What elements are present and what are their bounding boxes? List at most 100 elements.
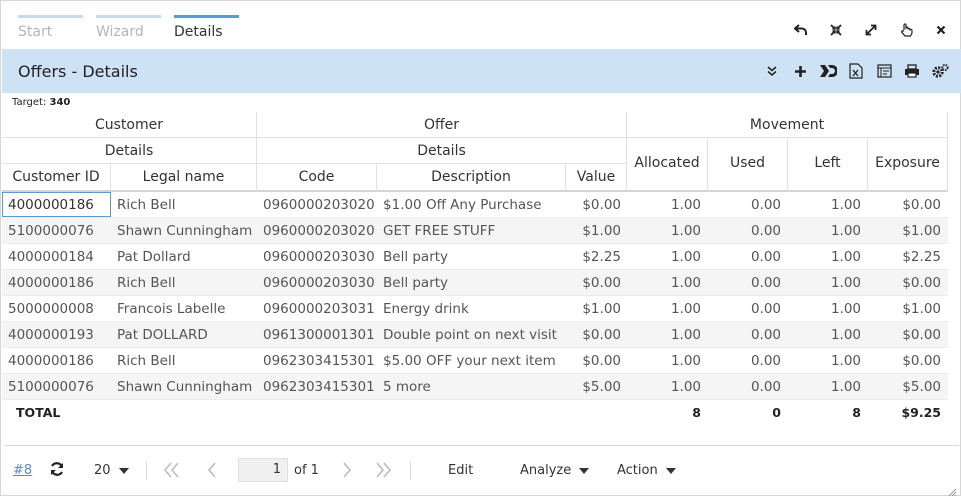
cell-value[interactable]: $0.00 bbox=[566, 192, 627, 217]
cell-exposure[interactable]: $1.00 bbox=[867, 218, 947, 243]
col-allocated[interactable]: Allocated bbox=[627, 138, 708, 192]
page-size-select[interactable]: 20 bbox=[94, 463, 129, 478]
cell-legal-name[interactable]: Pat Dollard bbox=[111, 244, 257, 269]
excel-export-icon[interactable] bbox=[847, 62, 865, 80]
cell-exposure[interactable]: $0.00 bbox=[867, 322, 947, 347]
prev-page-icon[interactable] bbox=[205, 461, 219, 479]
cell-description[interactable]: 5 more bbox=[377, 374, 566, 399]
cell-exposure[interactable]: $1.00 bbox=[867, 296, 947, 321]
cell-code[interactable]: 0961300001301 bbox=[257, 322, 377, 347]
cell-used[interactable]: 0.00 bbox=[707, 374, 787, 399]
first-page-icon[interactable] bbox=[162, 461, 182, 479]
cell-allocated[interactable]: 1.00 bbox=[627, 192, 707, 217]
cell-description[interactable]: Bell party bbox=[377, 244, 566, 269]
cell-description[interactable]: Energy drink bbox=[377, 296, 566, 321]
cell-description[interactable]: $1.00 Off Any Purchase bbox=[377, 192, 566, 217]
add-icon[interactable] bbox=[791, 62, 809, 80]
cell-legal-name[interactable]: Rich Bell bbox=[111, 348, 257, 373]
merge-icon[interactable] bbox=[819, 62, 837, 80]
refresh-icon[interactable] bbox=[49, 461, 65, 477]
cell-left[interactable]: 1.00 bbox=[787, 218, 867, 243]
print-icon[interactable] bbox=[903, 62, 921, 80]
cell-value[interactable]: $0.00 bbox=[566, 322, 627, 347]
col-description[interactable]: Description bbox=[377, 164, 566, 192]
cell-exposure[interactable]: $0.00 bbox=[867, 348, 947, 373]
cell-allocated[interactable]: 1.00 bbox=[627, 322, 707, 347]
undo-icon[interactable] bbox=[792, 21, 810, 39]
cell-exposure[interactable]: $2.25 bbox=[867, 244, 947, 269]
cell-used[interactable]: 0.00 bbox=[707, 348, 787, 373]
cell-value[interactable]: $0.00 bbox=[566, 348, 627, 373]
settings-icon[interactable] bbox=[931, 62, 949, 80]
col-used[interactable]: Used bbox=[708, 138, 788, 192]
cell-customer-id[interactable]: 4000000186 bbox=[2, 192, 111, 217]
col-code[interactable]: Code bbox=[257, 164, 377, 192]
last-page-icon[interactable] bbox=[373, 461, 393, 479]
cell-left[interactable]: 1.00 bbox=[787, 270, 867, 295]
cell-legal-name[interactable]: Shawn Cunningham bbox=[111, 374, 257, 399]
cell-exposure[interactable]: $5.00 bbox=[867, 374, 947, 399]
cell-left[interactable]: 1.00 bbox=[787, 348, 867, 373]
cell-description[interactable]: Bell party bbox=[377, 270, 566, 295]
cell-value[interactable]: $5.00 bbox=[566, 374, 627, 399]
table-row[interactable]: 4000000193 Pat DOLLARD 0961300001301 Double… bbox=[2, 322, 948, 348]
cell-exposure[interactable]: $0.00 bbox=[867, 192, 947, 217]
col-value[interactable]: Value bbox=[566, 164, 627, 192]
form-icon[interactable] bbox=[875, 62, 893, 80]
cell-value[interactable]: $1.00 bbox=[566, 296, 627, 321]
cell-code[interactable]: 0962303415301 bbox=[257, 374, 377, 399]
table-row[interactable]: 4000000186 Rich Bell 0960000203030 Bell par… bbox=[2, 270, 948, 296]
cell-used[interactable]: 0.00 bbox=[707, 218, 787, 243]
cell-exposure[interactable]: $0.00 bbox=[867, 270, 947, 295]
cell-customer-id[interactable]: 5100000076 bbox=[2, 374, 111, 399]
cell-allocated[interactable]: 1.00 bbox=[627, 374, 707, 399]
cell-value[interactable]: $0.00 bbox=[566, 270, 627, 295]
cell-customer-id[interactable]: 4000000193 bbox=[2, 322, 111, 347]
cell-used[interactable]: 0.00 bbox=[707, 322, 787, 347]
cell-allocated[interactable]: 1.00 bbox=[627, 218, 707, 243]
close-icon[interactable] bbox=[932, 21, 950, 39]
cell-customer-id[interactable]: 5100000076 bbox=[2, 218, 111, 243]
tab-start[interactable]: Start bbox=[18, 15, 83, 49]
pointer-icon[interactable] bbox=[897, 21, 915, 39]
col-legal-name[interactable]: Legal name bbox=[111, 164, 257, 192]
cell-legal-name[interactable]: Pat DOLLARD bbox=[111, 322, 257, 347]
cell-code[interactable]: 0960000203031 bbox=[257, 296, 377, 321]
cell-legal-name[interactable]: Rich Bell bbox=[111, 270, 257, 295]
cell-description[interactable]: Double point on next visit bbox=[377, 322, 566, 347]
expand-icon[interactable] bbox=[862, 21, 880, 39]
table-row[interactable]: 5100000076 Shawn Cunningham 0960000203020 G… bbox=[2, 218, 948, 244]
cell-customer-id[interactable]: 4000000186 bbox=[2, 348, 111, 373]
record-count-link[interactable]: #8 bbox=[13, 463, 32, 478]
analyze-menu[interactable]: Analyze bbox=[520, 463, 590, 478]
cell-code[interactable]: 0960000203030 bbox=[257, 244, 377, 269]
cell-customer-id[interactable]: 4000000186 bbox=[2, 270, 111, 295]
cell-code[interactable]: 0960000203020 bbox=[257, 218, 377, 243]
cell-customer-id[interactable]: 4000000184 bbox=[2, 244, 111, 269]
col-exposure[interactable]: Exposure bbox=[868, 138, 948, 192]
cell-allocated[interactable]: 1.00 bbox=[627, 348, 707, 373]
cell-code[interactable]: 0960000203020 bbox=[257, 192, 377, 217]
cell-legal-name[interactable]: Rich Bell bbox=[111, 192, 257, 217]
table-row[interactable]: 5000000008 Francois Labelle 0960000203031 E… bbox=[2, 296, 948, 322]
table-row[interactable]: 4000000184 Pat Dollard 0960000203030 Bell p… bbox=[2, 244, 948, 270]
next-page-icon[interactable] bbox=[340, 461, 354, 479]
cell-customer-id[interactable]: 5000000008 bbox=[2, 296, 111, 321]
cell-left[interactable]: 1.00 bbox=[787, 322, 867, 347]
cell-used[interactable]: 0.00 bbox=[707, 244, 787, 269]
cell-value[interactable]: $1.00 bbox=[566, 218, 627, 243]
tab-details[interactable]: Details bbox=[174, 15, 239, 49]
table-row[interactable]: 4000000186 Rich Bell 0962303415301 $5.00 OF… bbox=[2, 348, 948, 374]
table-row[interactable]: 5100000076 Shawn Cunningham 0962303415301 5… bbox=[2, 374, 948, 400]
col-customer-id[interactable]: Customer ID bbox=[2, 164, 111, 192]
cell-left[interactable]: 1.00 bbox=[787, 374, 867, 399]
cell-code[interactable]: 0960000203030 bbox=[257, 270, 377, 295]
cell-allocated[interactable]: 1.00 bbox=[627, 296, 707, 321]
cell-allocated[interactable]: 1.00 bbox=[627, 244, 707, 269]
tab-wizard[interactable]: Wizard bbox=[96, 15, 161, 49]
cell-allocated[interactable]: 1.00 bbox=[627, 270, 707, 295]
table-row[interactable]: 4000000186 Rich Bell 0960000203020 $1.00 Of… bbox=[2, 192, 948, 218]
col-left[interactable]: Left bbox=[788, 138, 868, 192]
action-menu[interactable]: Action bbox=[617, 463, 676, 478]
cell-left[interactable]: 1.00 bbox=[787, 244, 867, 269]
